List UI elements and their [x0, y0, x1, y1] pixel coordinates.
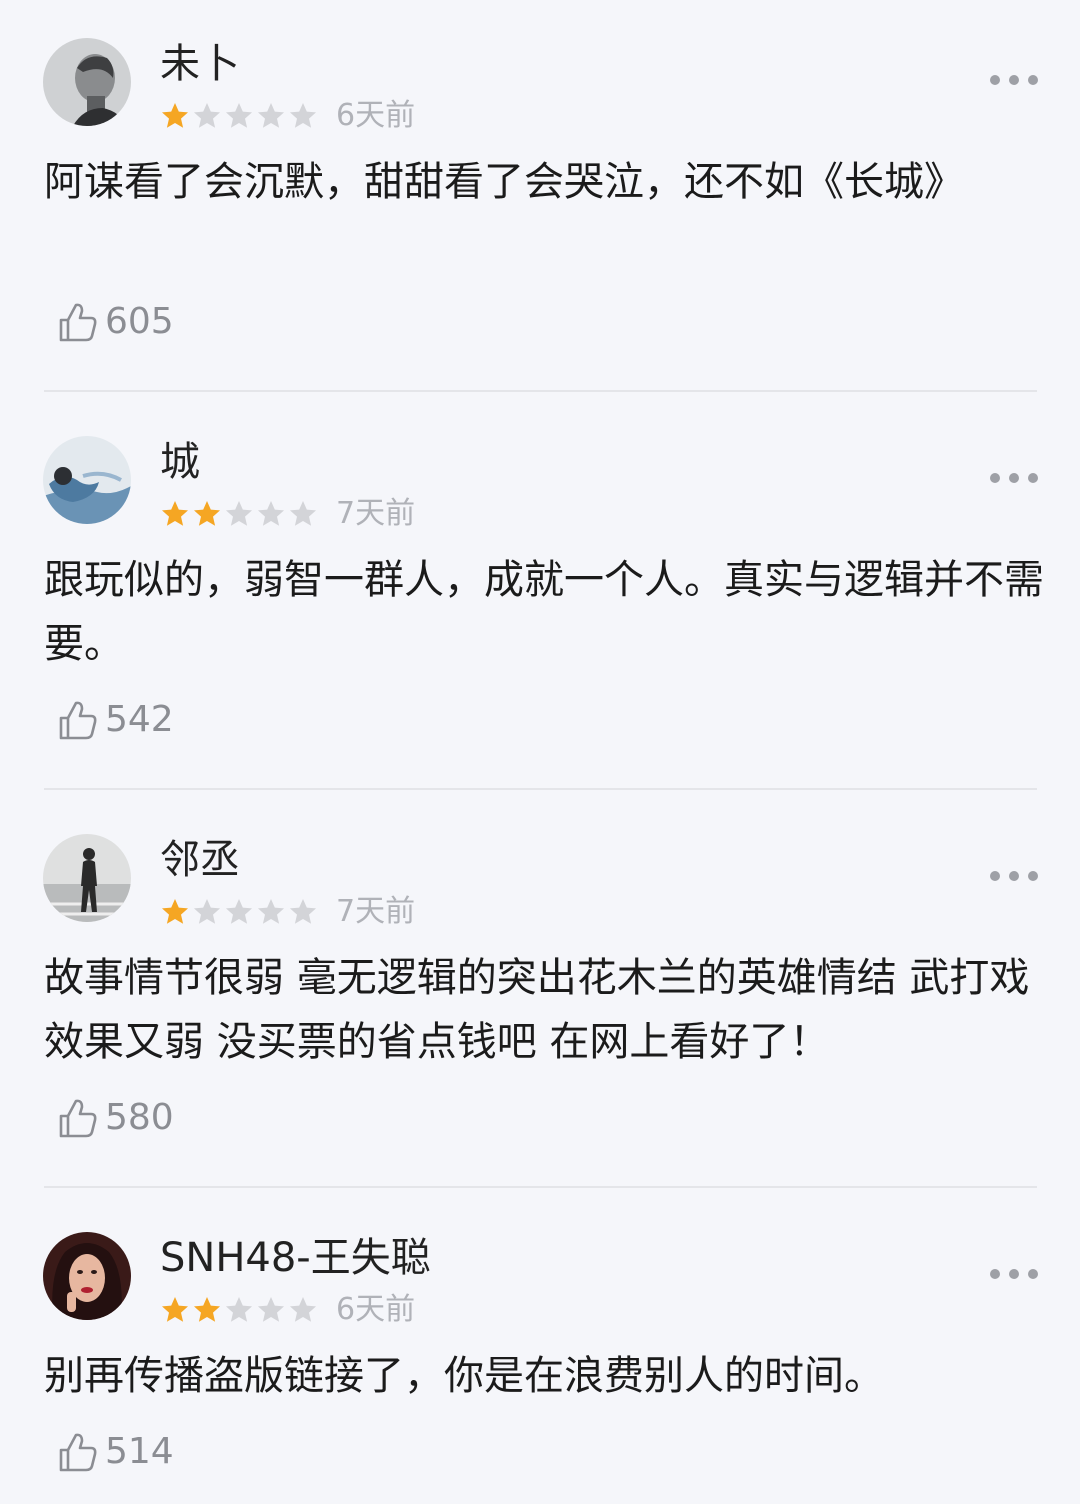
review-date: 6天前 — [336, 98, 416, 133]
star-empty-icon — [256, 1295, 286, 1325]
thumbs-up-icon — [59, 1099, 97, 1138]
thumbs-up-icon — [59, 701, 97, 740]
star-empty-icon — [288, 499, 318, 529]
username[interactable]: 邻丞 — [160, 834, 240, 886]
star-filled-icon — [160, 499, 190, 529]
review-meta: 7天前 — [160, 892, 415, 932]
sky-photo-avatar — [43, 436, 131, 524]
star-empty-icon — [224, 101, 254, 131]
thumbs-up-icon — [59, 1433, 97, 1472]
walking-figure-avatar — [43, 834, 131, 922]
more-dots-icon[interactable] — [990, 70, 1038, 90]
star-empty-icon — [256, 897, 286, 927]
rating-stars — [160, 1295, 320, 1325]
more-dots-icon[interactable] — [990, 468, 1038, 488]
like-button[interactable]: 580 — [55, 1093, 174, 1143]
review-content: 跟玩似的，弱智一群人，成就一个人。真实与逻辑并不需要。 — [44, 557, 1044, 667]
more-dots-icon[interactable] — [990, 1264, 1038, 1284]
star-filled-icon — [160, 1295, 190, 1325]
avatar[interactable] — [43, 1232, 131, 1320]
username[interactable]: SNH48-王失聪 — [160, 1232, 431, 1284]
star-empty-icon — [288, 1295, 318, 1325]
star-empty-icon — [224, 897, 254, 927]
like-count: 514 — [105, 1431, 174, 1472]
more-dots-icon[interactable] — [990, 866, 1038, 886]
like-count: 542 — [105, 699, 174, 740]
review-list: 未卜 6天前 阿谋看了会沉默，甜甜看了会哭泣，还不如《长城》 605 城 7天前… — [0, 0, 1080, 1504]
star-empty-icon — [192, 101, 222, 131]
star-empty-icon — [288, 101, 318, 131]
rating-stars — [160, 101, 320, 131]
thumbs-up-icon — [59, 303, 97, 342]
star-empty-icon — [256, 101, 286, 131]
review-date: 6天前 — [336, 1292, 416, 1327]
avatar[interactable] — [43, 834, 131, 922]
rating-stars — [160, 499, 320, 529]
star-filled-icon — [160, 897, 190, 927]
avatar[interactable] — [43, 38, 131, 126]
star-empty-icon — [224, 1295, 254, 1325]
like-button[interactable]: 514 — [55, 1427, 174, 1477]
woman-photo-avatar — [43, 1232, 131, 1320]
review-meta: 6天前 — [160, 1290, 415, 1330]
portrait-photo-avatar — [43, 38, 131, 126]
review-date: 7天前 — [336, 894, 416, 929]
avatar[interactable] — [43, 436, 131, 524]
divider — [44, 1186, 1037, 1188]
like-button[interactable]: 542 — [55, 695, 174, 745]
star-empty-icon — [192, 897, 222, 927]
divider — [44, 788, 1037, 790]
review-date: 7天前 — [336, 496, 416, 531]
like-count: 605 — [105, 301, 174, 342]
like-button[interactable]: 605 — [55, 297, 174, 347]
star-empty-icon — [288, 897, 318, 927]
username[interactable]: 城 — [160, 436, 200, 488]
rating-stars — [160, 897, 320, 927]
star-empty-icon — [224, 499, 254, 529]
like-count: 580 — [105, 1097, 174, 1138]
review-content: 故事情节很弱 毫无逻辑的突出花木兰的英雄情结 武打戏效果又弱 没买票的省点钱吧 … — [44, 955, 1030, 1065]
star-empty-icon — [256, 499, 286, 529]
review-content: 别再传播盗版链接了，你是在浪费别人的时间。 — [44, 1353, 884, 1399]
review-meta: 7天前 — [160, 494, 415, 534]
divider — [44, 390, 1037, 392]
star-filled-icon — [160, 101, 190, 131]
review-content: 阿谋看了会沉默，甜甜看了会哭泣，还不如《长城》 — [44, 159, 964, 205]
star-filled-icon — [192, 499, 222, 529]
username[interactable]: 未卜 — [160, 38, 240, 90]
star-filled-icon — [192, 1295, 222, 1325]
review-meta: 6天前 — [160, 96, 415, 136]
